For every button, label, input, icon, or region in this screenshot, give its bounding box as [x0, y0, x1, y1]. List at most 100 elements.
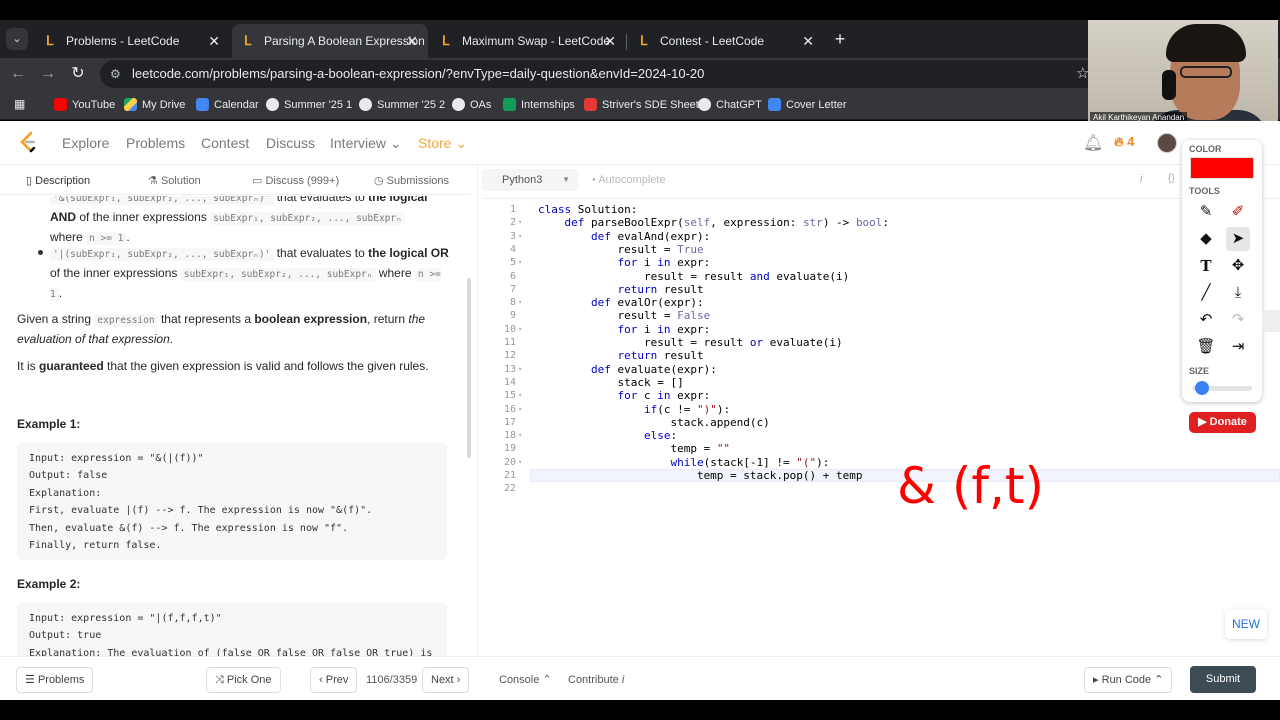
line-icon[interactable]: ╱: [1194, 281, 1218, 305]
highlighter-icon[interactable]: ✐: [1226, 200, 1250, 224]
trash-icon[interactable]: 🗑︎: [1194, 335, 1218, 359]
pen-icon[interactable]: ✎: [1194, 200, 1218, 224]
nav-explore[interactable]: Explore: [62, 134, 109, 152]
tab-discuss[interactable]: ▭ Discuss (999+): [252, 167, 339, 195]
fold-chevron-icon[interactable]: ▾: [518, 256, 526, 269]
plus-icon[interactable]: +: [830, 28, 850, 50]
bookmark-internships[interactable]: Internships: [503, 96, 575, 114]
reload-icon[interactable]: ↻: [68, 64, 88, 84]
tab-submissions[interactable]: ◷ Submissions: [374, 167, 449, 195]
donate-button[interactable]: ▶ Donate: [1189, 412, 1256, 433]
caret-up-icon: ⌃: [1154, 674, 1164, 686]
bookmark-oas[interactable]: OAs: [452, 96, 491, 114]
next-button[interactable]: Next ›: [422, 667, 470, 693]
new-badge[interactable]: NEW: [1225, 609, 1267, 639]
redo-icon[interactable]: ↷: [1226, 308, 1250, 332]
close-icon[interactable]: ✕: [208, 24, 220, 58]
pointer-icon[interactable]: ➤: [1226, 227, 1250, 251]
bookmark-chatgpt[interactable]: ChatGPT: [698, 96, 762, 114]
download-icon[interactable]: ⤓: [1226, 281, 1250, 305]
size-slider-knob[interactable]: [1195, 381, 1209, 395]
braces-icon[interactable]: {}: [1168, 173, 1175, 184]
fold-chevron-icon[interactable]: ▾: [518, 323, 526, 336]
fold-chevron-icon[interactable]: ▾: [518, 456, 526, 469]
language-select[interactable]: Python3 ▼: [482, 169, 578, 191]
submit-button[interactable]: Submit: [1190, 666, 1256, 693]
code-line: for i in expr:: [617, 256, 711, 270]
pick-one-button[interactable]: ⤨ Pick One: [206, 667, 281, 693]
text: , return: [367, 312, 406, 326]
avatar[interactable]: [1157, 133, 1177, 153]
close-icon[interactable]: ✕: [802, 24, 814, 58]
bell-icon[interactable]: 🔔︎: [1083, 133, 1103, 153]
tab-label: Solution: [160, 175, 201, 187]
bookmark-label: ChatGPT: [716, 99, 762, 111]
problems-list-button[interactable]: ☰ Problems: [16, 667, 94, 693]
bottom-black-bar: [0, 700, 1280, 720]
fold-chevron-icon[interactable]: ▾: [518, 363, 526, 376]
bookmark-youtube[interactable]: YouTube: [54, 96, 115, 114]
tab-problems[interactable]: ᒪ Problems - LeetCode ✕: [34, 24, 230, 58]
fold-chevron-icon[interactable]: ▾: [518, 389, 526, 402]
nav-problems[interactable]: Problems: [126, 134, 185, 152]
tab-description[interactable]: ▯ Description: [26, 167, 90, 195]
nav-discuss[interactable]: Discuss: [266, 134, 315, 152]
bookmark-summer-1[interactable]: Summer '25 1: [266, 96, 352, 114]
line-number: 2: [509, 217, 516, 229]
eraser-icon[interactable]: ◆: [1194, 227, 1218, 251]
run-code-button[interactable]: ▸ Run Code ⌃: [1084, 667, 1173, 693]
forward-arrow-icon[interactable]: →: [38, 64, 58, 84]
nav-store[interactable]: Store ⌄: [418, 134, 467, 152]
leetcode-logo-icon[interactable]: [18, 131, 38, 153]
code-line: def parseBoolExpr(self, expression: str)…: [564, 216, 890, 230]
text-tool-icon[interactable]: T: [1194, 254, 1218, 278]
bookmark-calendar[interactable]: Calendar: [196, 96, 259, 114]
contribute-link[interactable]: Contribute i: [568, 667, 624, 693]
nav-interview[interactable]: Interview ⌄: [330, 134, 402, 152]
problem-tabs: ▯ Description ⚗ Solution ▭ Discuss (999+…: [0, 167, 470, 195]
move-icon[interactable]: ✥: [1226, 254, 1250, 278]
nav-contest[interactable]: Contest: [201, 134, 249, 152]
console-toggle[interactable]: Console ⌃: [499, 667, 552, 693]
tab-maximum-swap[interactable]: ᒪ Maximum Swap - LeetCode ✕: [430, 24, 626, 58]
close-icon[interactable]: ✕: [604, 24, 616, 58]
autocomplete-toggle[interactable]: • Autocomplete: [592, 169, 666, 191]
prev-button[interactable]: ‹ Prev: [310, 667, 358, 693]
close-icon[interactable]: ✕: [406, 24, 418, 58]
fold-chevron-icon[interactable]: ▾: [518, 216, 526, 229]
tuf-icon: [584, 98, 597, 111]
line-number: 11: [503, 337, 516, 348]
tab-solution[interactable]: ⚗ Solution: [148, 167, 201, 195]
exit-icon[interactable]: ⇥: [1226, 335, 1250, 359]
problem-counter: 1106/3359: [366, 674, 418, 686]
fold-chevron-icon[interactable]: ▾: [518, 230, 526, 243]
undo-icon[interactable]: ↶: [1194, 308, 1218, 332]
back-arrow-icon[interactable]: ←: [8, 64, 28, 84]
chat-icon: ▭: [252, 175, 263, 187]
bookmark-cover-letter[interactable]: Cover Letter: [768, 96, 847, 114]
tab-contest[interactable]: ᒪ Contest - LeetCode ✕: [628, 24, 824, 58]
tab-separator: [626, 34, 627, 50]
site-info-icon[interactable]: ⚙: [110, 60, 121, 88]
bookmark-summer-2[interactable]: Summer '25 2: [359, 96, 445, 114]
bookmark-my-drive[interactable]: My Drive: [124, 96, 185, 114]
color-swatch[interactable]: [1190, 157, 1254, 179]
fold-chevron-icon[interactable]: ▾: [518, 403, 526, 416]
apps-grid-icon[interactable]: ▦: [14, 97, 28, 111]
bullet-text: where: [378, 266, 412, 280]
description-scrollbar[interactable]: [467, 278, 471, 458]
line-number: 19: [503, 443, 516, 455]
fold-chevron-icon[interactable]: ▾: [518, 296, 526, 309]
tab-search-chevron-icon[interactable]: ⌄: [6, 28, 28, 50]
tab-parsing-boolean-expression[interactable]: ᒪ Parsing A Boolean Expression - ✕: [232, 24, 428, 58]
bookmark-striver-sde-sheet[interactable]: Striver's SDE Sheet: [584, 96, 699, 114]
panel-divider[interactable]: [477, 165, 478, 657]
code-editor[interactable]: 1 class Solution: 2 ▾ def parseBoolExpr(sel…: [482, 198, 1280, 658]
bookmark-label: Cover Letter: [786, 99, 847, 111]
url-field[interactable]: ⚙ leetcode.com/problems/parsing-a-boolea…: [100, 60, 1100, 88]
side-handle[interactable]: [1262, 310, 1280, 332]
streak-counter[interactable]: 🔥︎ 4: [1114, 134, 1134, 150]
description-icon: ▯: [26, 175, 33, 187]
fold-chevron-icon[interactable]: ▾: [518, 429, 526, 442]
info-icon[interactable]: i: [1140, 173, 1142, 185]
